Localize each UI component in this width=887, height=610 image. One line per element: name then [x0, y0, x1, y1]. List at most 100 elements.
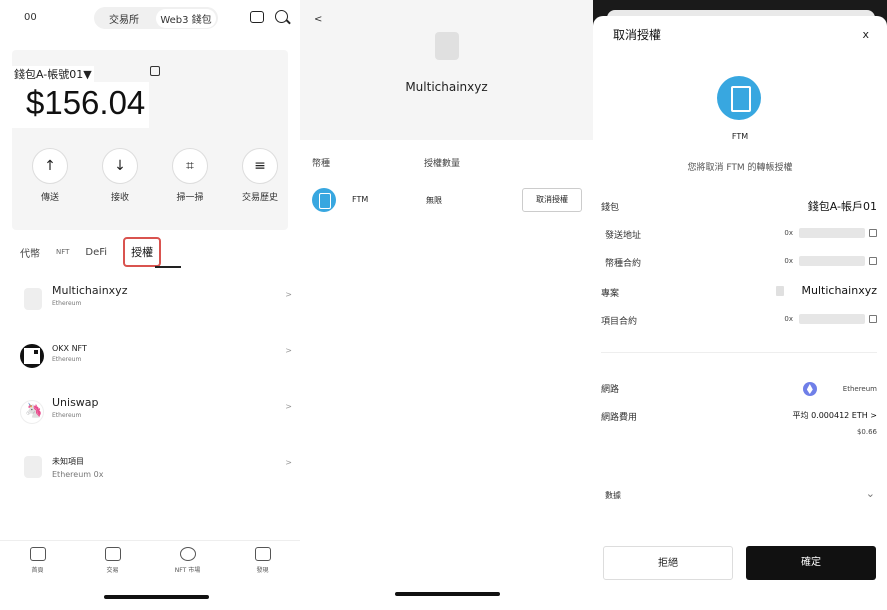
ethereum-icon	[802, 382, 817, 396]
wallet-selector[interactable]: 錢包A-帳號01▼	[12, 66, 94, 82]
copy-icon[interactable]	[869, 257, 877, 265]
discover-icon	[254, 547, 271, 561]
network-label: 網路	[601, 385, 620, 395]
copy-icon[interactable]	[869, 315, 877, 323]
revoke-sheet: 取消授權 x FTM 您將取消 FTM 的轉帳授權 錢包 錢包A-帳戶01 發送…	[593, 16, 887, 610]
item-chain: Ethereum	[52, 300, 82, 307]
project-contract-label: 項目合約	[601, 317, 638, 327]
wallet-icon	[29, 547, 46, 561]
search-icon[interactable]	[275, 10, 288, 23]
network-row: 網路 Ethereum	[601, 378, 877, 398]
redacted-address	[799, 228, 865, 238]
tab-approvals[interactable]: 授權	[123, 237, 162, 267]
back-button[interactable]: <	[314, 14, 322, 25]
confirm-button[interactable]: 確定	[746, 546, 876, 580]
divider	[601, 352, 877, 353]
list-item[interactable]: Multichainxyz Ethereum >	[20, 280, 292, 336]
receive-action[interactable]: ↓ 接收	[90, 148, 150, 203]
project-contract-row: 項目合約 0x	[601, 310, 877, 330]
item-chain: Ethereum 0x	[52, 470, 104, 479]
revoke-confirm-screen: 取消授權 x FTM 您將取消 FTM 的轉帳授權 錢包 錢包A-帳戶01 發送…	[593, 0, 887, 610]
web3-wallet-tab[interactable]: Web3 錢包	[156, 8, 216, 28]
reject-button[interactable]: 拒絕	[603, 546, 733, 580]
scan-label: 掃一掃	[176, 193, 204, 203]
exchange-tab[interactable]: 交易所	[94, 11, 154, 26]
list-item[interactable]: Uniswap Ethereum >	[20, 392, 292, 448]
approval-amount: 無限	[426, 196, 442, 205]
token-name: FTM	[731, 132, 749, 141]
send-action[interactable]: ↑ 傳送	[20, 148, 80, 203]
document-icon	[24, 456, 42, 478]
document-icon	[775, 286, 784, 296]
fee-usd: $0.66	[856, 428, 877, 436]
item-name: Uniswap	[52, 396, 99, 409]
wallet-value: 錢包A-帳戶01	[807, 200, 877, 213]
copy-icon[interactable]	[150, 66, 160, 76]
nav-nft-market[interactable]: NFT 市場	[150, 541, 225, 580]
list-item[interactable]: OKX NFT Ethereum >	[20, 336, 292, 392]
nav-discover[interactable]: 發現	[225, 541, 300, 580]
nav-home-label: 首頁	[31, 567, 44, 574]
table-row: FTM 無限 取消授權	[312, 186, 582, 216]
fee-label: 網路費用	[601, 413, 638, 423]
token-name: FTM	[352, 195, 369, 204]
send-label: 傳送	[40, 193, 59, 203]
wallet-label: 錢包	[601, 203, 620, 213]
active-tab-indicator	[155, 266, 181, 268]
token-contract-address: 0x	[784, 256, 877, 266]
list-item[interactable]: 未知項目 Ethereum 0x >	[20, 448, 292, 504]
chevron-right-icon: >	[285, 346, 292, 355]
balance-amount: $156.04	[12, 82, 150, 128]
revoke-description: 您將取消 FTM 的轉帳授權	[687, 163, 793, 173]
document-icon	[435, 32, 459, 60]
item-chain: Ethereum	[52, 412, 82, 419]
token-contract-prefix: 0x	[784, 257, 793, 265]
approval-list: Multichainxyz Ethereum > OKX NFT Ethereu…	[20, 280, 292, 504]
nav-trade-label: 交易	[106, 567, 119, 574]
project-title: Multichainxyz	[405, 80, 488, 94]
tab-nft[interactable]: NFT	[56, 248, 69, 256]
nav-discover-label: 發現	[256, 567, 269, 574]
revoke-button[interactable]: 取消授權	[522, 188, 582, 212]
document-icon: ≡	[242, 148, 278, 184]
nav-nft-label: NFT 市場	[174, 567, 201, 574]
history-action[interactable]: ≡ 交易歷史	[230, 148, 290, 203]
nft-icon	[179, 547, 196, 561]
token-contract-label: 幣種合約	[605, 259, 642, 269]
mode-switch: 交易所 Web3 錢包	[94, 7, 218, 29]
project-contract-prefix: 0x	[784, 315, 793, 323]
fantom-logo-icon	[312, 188, 336, 212]
chat-icon[interactable]	[250, 11, 264, 23]
tab-tokens[interactable]: 代幣	[20, 245, 40, 260]
menu-button[interactable]: 00	[24, 12, 37, 23]
wallet-home-screen: 00 交易所 Web3 錢包 錢包A-帳號01▼ $156.04 ↑ 傳送 ↓ …	[0, 0, 300, 610]
sender-address: 0x	[784, 228, 877, 238]
home-indicator	[395, 592, 500, 596]
chevron-right-icon: >	[285, 290, 292, 299]
copy-icon[interactable]	[869, 229, 877, 237]
chevron-right-icon: >	[285, 458, 292, 467]
tab-defi[interactable]: DeFi	[85, 247, 107, 258]
item-name: Multichainxyz	[52, 284, 128, 297]
scan-action[interactable]: ⌗ 掃一掃	[160, 148, 220, 203]
project-contract-address: 0x	[784, 314, 877, 324]
top-bar: 00 交易所 Web3 錢包	[0, 0, 300, 36]
nav-trade[interactable]: 交易	[75, 541, 150, 580]
okx-logo-icon	[20, 344, 44, 368]
project-value: Multichainxyz	[775, 284, 877, 297]
sender-label: 發送地址	[605, 231, 642, 241]
fee-value[interactable]: 平均 0.000412 ETH >	[793, 410, 877, 421]
redacted-address	[799, 256, 865, 266]
close-icon[interactable]: x	[862, 28, 869, 41]
project-row: 專案 Multichainxyz	[601, 282, 877, 302]
sender-address-prefix: 0x	[784, 229, 793, 237]
document-icon	[24, 288, 42, 310]
fee-row[interactable]: 網路費用 平均 0.000412 ETH >	[601, 406, 877, 426]
sheet-title: 取消授權	[613, 28, 662, 42]
nav-home[interactable]: 首頁	[0, 541, 75, 580]
data-expander[interactable]: 數據 ⌄	[605, 487, 875, 501]
item-name: OKX NFT	[52, 344, 87, 353]
item-name: 未知項目	[52, 457, 84, 466]
chevron-right-icon: >	[285, 402, 292, 411]
quick-actions: ↑ 傳送 ↓ 接收 ⌗ 掃一掃 ≡ 交易歷史	[20, 148, 290, 203]
